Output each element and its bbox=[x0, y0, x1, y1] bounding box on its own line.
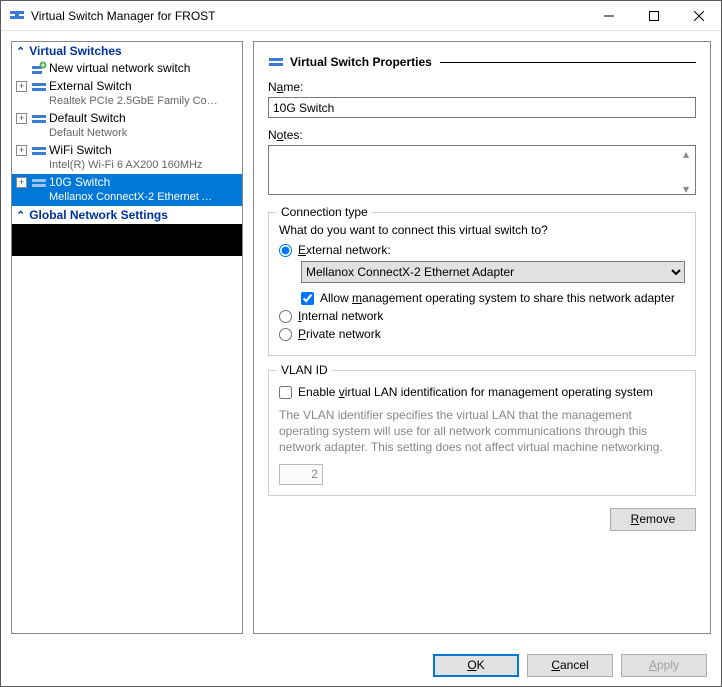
tree-item-new-switch[interactable]: New virtual network switch bbox=[12, 60, 242, 78]
switch-icon bbox=[31, 79, 47, 95]
tree-item-sublabel: Realtek PCIe 2.5GbE Family Contr... bbox=[49, 94, 219, 109]
radio-label: Internal network bbox=[298, 309, 383, 323]
radio-private-network[interactable]: Private network bbox=[279, 327, 685, 341]
name-label: Name: bbox=[268, 80, 696, 94]
chevron-up-icon: ⌃ bbox=[16, 45, 25, 58]
tree-item-sublabel: Mellanox ConnectX-2 Ethernet Ad... bbox=[49, 190, 219, 205]
tree-header-global-settings[interactable]: ⌃ Global Network Settings bbox=[12, 206, 242, 224]
allow-management-input[interactable] bbox=[301, 292, 314, 305]
checkbox-label: Enable virtual LAN identification for ma… bbox=[298, 385, 653, 399]
radio-external-input[interactable] bbox=[279, 244, 292, 257]
apply-button: Apply bbox=[621, 654, 707, 677]
tree: ⌃ Virtual Switches New virtual network s… bbox=[12, 42, 242, 224]
group-title: Connection type bbox=[277, 205, 372, 219]
vlan-id-input bbox=[279, 464, 323, 485]
section-title-text: Virtual Switch Properties bbox=[290, 55, 432, 69]
body: ⌃ Virtual Switches New virtual network s… bbox=[1, 31, 721, 644]
tree-header-label: Virtual Switches bbox=[29, 44, 121, 58]
radio-private-input[interactable] bbox=[279, 328, 292, 341]
right-pane: Virtual Switch Properties Name: Notes: ▴… bbox=[253, 41, 711, 634]
scrollbar[interactable]: ▴▾ bbox=[678, 147, 694, 196]
left-pane: ⌃ Virtual Switches New virtual network s… bbox=[11, 41, 243, 634]
adapter-select[interactable]: Mellanox ConnectX-2 Ethernet Adapter bbox=[301, 261, 685, 283]
expand-icon[interactable]: + bbox=[16, 145, 27, 156]
connection-question: What do you want to connect this virtual… bbox=[279, 223, 685, 237]
tree-header-label: Global Network Settings bbox=[29, 208, 168, 222]
new-switch-icon bbox=[31, 61, 47, 77]
tree-item-label: 10G Switch bbox=[49, 175, 219, 190]
tree-item-label: Default Switch bbox=[49, 111, 127, 126]
tree-item-default-switch[interactable]: + Default Switch Default Network bbox=[12, 110, 242, 142]
checkbox-label: Allow management operating system to sha… bbox=[320, 291, 675, 305]
vlan-group: VLAN ID Enable virtual LAN identificatio… bbox=[268, 370, 696, 496]
radio-internal-network[interactable]: Internal network bbox=[279, 309, 685, 323]
group-title: VLAN ID bbox=[277, 363, 332, 377]
expand-icon[interactable]: + bbox=[16, 81, 27, 92]
switch-icon bbox=[268, 54, 284, 70]
chevron-up-icon: ⌃ bbox=[16, 209, 25, 222]
notes-label: Notes: bbox=[268, 128, 696, 142]
radio-label: Private network bbox=[298, 327, 381, 341]
enable-vlan-checkbox[interactable]: Enable virtual LAN identification for ma… bbox=[279, 385, 685, 399]
tree-item-label: External Switch bbox=[49, 79, 219, 94]
cancel-button[interactable]: Cancel bbox=[527, 654, 613, 677]
section-title: Virtual Switch Properties bbox=[268, 54, 696, 70]
switch-icon bbox=[31, 143, 47, 159]
switch-icon bbox=[31, 111, 47, 127]
vlan-hint: The VLAN identifier specifies the virtua… bbox=[279, 407, 685, 456]
enable-vlan-input[interactable] bbox=[279, 386, 292, 399]
chevron-down-icon: ▾ bbox=[683, 182, 689, 196]
footer: OK Cancel Apply bbox=[1, 644, 721, 686]
app-icon bbox=[9, 8, 25, 24]
radio-label: External network: bbox=[298, 243, 391, 257]
window-title: Virtual Switch Manager for FROST bbox=[31, 9, 586, 23]
radio-external-network[interactable]: External network: bbox=[279, 243, 685, 257]
minimize-button[interactable] bbox=[586, 1, 631, 30]
allow-management-checkbox[interactable]: Allow management operating system to sha… bbox=[301, 291, 685, 305]
close-button[interactable] bbox=[676, 1, 721, 30]
tree-header-virtual-switches[interactable]: ⌃ Virtual Switches bbox=[12, 42, 242, 60]
remove-button[interactable]: Remove bbox=[610, 508, 696, 531]
expand-icon[interactable]: + bbox=[16, 113, 27, 124]
name-input[interactable] bbox=[268, 97, 696, 118]
tree-item-sublabel: Intel(R) Wi-Fi 6 AX200 160MHz bbox=[49, 158, 202, 173]
titlebar: Virtual Switch Manager for FROST bbox=[1, 1, 721, 31]
tree-item-external-switch[interactable]: + External Switch Realtek PCIe 2.5GbE Fa… bbox=[12, 78, 242, 110]
connection-type-group: Connection type What do you want to conn… bbox=[268, 212, 696, 356]
tree-item-label: New virtual network switch bbox=[49, 61, 190, 76]
radio-internal-input[interactable] bbox=[279, 310, 292, 323]
ok-button[interactable]: OK bbox=[433, 654, 519, 677]
redacted-area bbox=[12, 224, 242, 256]
tree-item-label: WiFi Switch bbox=[49, 143, 202, 158]
window: Virtual Switch Manager for FROST ⌃ Virtu… bbox=[0, 0, 722, 687]
expand-icon[interactable]: + bbox=[16, 177, 27, 188]
switch-icon bbox=[31, 175, 47, 191]
tree-item-sublabel: Default Network bbox=[49, 126, 127, 141]
chevron-up-icon: ▴ bbox=[683, 147, 689, 161]
maximize-button[interactable] bbox=[631, 1, 676, 30]
tree-item-10g-switch[interactable]: + 10G Switch Mellanox ConnectX-2 Etherne… bbox=[12, 174, 242, 206]
notes-input[interactable] bbox=[268, 145, 696, 195]
tree-item-wifi-switch[interactable]: + WiFi Switch Intel(R) Wi-Fi 6 AX200 160… bbox=[12, 142, 242, 174]
